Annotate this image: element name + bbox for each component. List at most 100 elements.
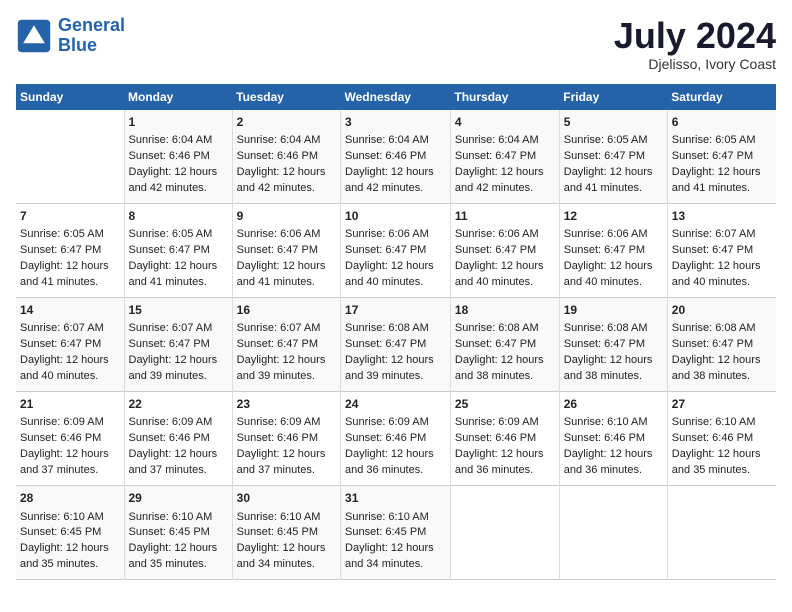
- day-cell: 5Sunrise: 6:05 AMSunset: 6:47 PMDaylight…: [559, 110, 667, 204]
- day-number: 21: [20, 396, 120, 413]
- daylight: Daylight: 12 hours and 41 minutes.: [129, 260, 218, 288]
- day-cell: [667, 486, 776, 580]
- logo-line2: Blue: [58, 35, 97, 55]
- sunset: Sunset: 6:46 PM: [129, 150, 210, 162]
- day-cell: 29Sunrise: 6:10 AMSunset: 6:45 PMDayligh…: [124, 486, 232, 580]
- week-row-1: 1 Sunrise: 6:04 AM Sunset: 6:46 PM Daylight…: [16, 110, 776, 204]
- day-cell: 12Sunrise: 6:06 AMSunset: 6:47 PMDayligh…: [559, 203, 667, 297]
- sunset: Sunset: 6:46 PM: [129, 432, 210, 444]
- sunset: Sunset: 6:47 PM: [345, 244, 426, 256]
- daylight: Daylight: 12 hours and 34 minutes.: [345, 542, 434, 570]
- day-cell: 30Sunrise: 6:10 AMSunset: 6:45 PMDayligh…: [232, 486, 340, 580]
- logo-line1: General: [58, 15, 125, 35]
- daylight: Daylight: 12 hours and 42 minutes.: [345, 166, 434, 194]
- daylight: Daylight: 12 hours and 40 minutes.: [345, 260, 434, 288]
- day-number: 2: [237, 114, 336, 131]
- sunset: Sunset: 6:46 PM: [20, 432, 101, 444]
- day-number: 5: [564, 114, 663, 131]
- day-number: 31: [345, 490, 446, 507]
- day-cell: 11Sunrise: 6:06 AMSunset: 6:47 PMDayligh…: [450, 203, 559, 297]
- sunset: Sunset: 6:47 PM: [20, 244, 101, 256]
- daylight: Daylight: 12 hours and 39 minutes.: [129, 354, 218, 382]
- sunrise: Sunrise: 6:10 AM: [20, 511, 104, 523]
- sunrise: Sunrise: 6:08 AM: [345, 322, 429, 334]
- day-cell: 17Sunrise: 6:08 AMSunset: 6:47 PMDayligh…: [341, 297, 451, 391]
- daylight: Daylight: 12 hours and 36 minutes.: [455, 448, 544, 476]
- day-cell: 4Sunrise: 6:04 AMSunset: 6:47 PMDaylight…: [450, 110, 559, 204]
- daylight: Daylight: 12 hours and 41 minutes.: [564, 166, 653, 194]
- header-day-friday: Friday: [559, 84, 667, 110]
- day-number: 22: [129, 396, 228, 413]
- header-day-wednesday: Wednesday: [341, 84, 451, 110]
- day-cell: 21 Sunrise: 6:09 AM Sunset: 6:46 PM Dayligh…: [16, 392, 124, 486]
- day-cell: 23Sunrise: 6:09 AMSunset: 6:46 PMDayligh…: [232, 392, 340, 486]
- day-cell: 28Sunrise: 6:10 AMSunset: 6:45 PMDayligh…: [16, 486, 124, 580]
- sunset: Sunset: 6:47 PM: [345, 338, 426, 350]
- header-day-tuesday: Tuesday: [232, 84, 340, 110]
- day-cell: [559, 486, 667, 580]
- sunset: Sunset: 6:47 PM: [237, 338, 318, 350]
- sunset: Sunset: 6:45 PM: [237, 526, 318, 538]
- sunrise: Sunrise: 6:04 AM: [237, 134, 321, 146]
- daylight: Daylight: 12 hours and 40 minutes.: [455, 260, 544, 288]
- day-cell: 10Sunrise: 6:06 AMSunset: 6:47 PMDayligh…: [341, 203, 451, 297]
- sunrise: Sunrise: 6:06 AM: [564, 228, 648, 240]
- header-day-sunday: Sunday: [16, 84, 124, 110]
- header-day-monday: Monday: [124, 84, 232, 110]
- header-day-saturday: Saturday: [667, 84, 776, 110]
- sunset: Sunset: 6:45 PM: [20, 526, 101, 538]
- day-cell: 8Sunrise: 6:05 AMSunset: 6:47 PMDaylight…: [124, 203, 232, 297]
- daylight: Daylight: 12 hours and 36 minutes.: [564, 448, 653, 476]
- calendar-table: SundayMondayTuesdayWednesdayThursdayFrid…: [16, 84, 776, 581]
- sunset: Sunset: 6:45 PM: [345, 526, 426, 538]
- day-cell: 24Sunrise: 6:09 AMSunset: 6:46 PMDayligh…: [341, 392, 451, 486]
- sunrise: Sunrise: 6:10 AM: [237, 511, 321, 523]
- day-number: 3: [345, 114, 446, 131]
- day-cell: 31Sunrise: 6:10 AMSunset: 6:45 PMDayligh…: [341, 486, 451, 580]
- day-number: 13: [672, 208, 772, 225]
- daylight: Daylight: 12 hours and 41 minutes.: [237, 260, 326, 288]
- day-cell: 1Sunrise: 6:04 AMSunset: 6:46 PMDaylight…: [124, 110, 232, 204]
- sunset: Sunset: 6:46 PM: [345, 432, 426, 444]
- sunrise: Sunrise: 6:09 AM: [129, 416, 213, 428]
- day-cell: 19Sunrise: 6:08 AMSunset: 6:47 PMDayligh…: [559, 297, 667, 391]
- day-number: 30: [237, 490, 336, 507]
- day-number: 7: [20, 208, 120, 225]
- week-row-4: 21 Sunrise: 6:09 AM Sunset: 6:46 PM Dayligh…: [16, 392, 776, 486]
- sunrise: Sunrise: 6:08 AM: [455, 322, 539, 334]
- daylight: Daylight: 12 hours and 37 minutes.: [20, 448, 109, 476]
- daylight: Daylight: 12 hours and 39 minutes.: [345, 354, 434, 382]
- week-row-3: 14Sunrise: 6:07 AMSunset: 6:47 PMDayligh…: [16, 297, 776, 391]
- day-number: 12: [564, 208, 663, 225]
- day-number: 1: [129, 114, 228, 131]
- sunrise: Sunrise: 6:10 AM: [564, 416, 648, 428]
- sunset: Sunset: 6:47 PM: [129, 338, 210, 350]
- header: General Blue July 2024 Djelisso, Ivory C…: [16, 16, 776, 72]
- sunset: Sunset: 6:47 PM: [564, 244, 645, 256]
- sunset: Sunset: 6:47 PM: [129, 244, 210, 256]
- day-cell: 2Sunrise: 6:04 AMSunset: 6:46 PMDaylight…: [232, 110, 340, 204]
- logo: General Blue: [16, 16, 125, 56]
- sunrise: Sunrise: 6:09 AM: [20, 416, 104, 428]
- sunset: Sunset: 6:47 PM: [237, 244, 318, 256]
- sunrise: Sunrise: 6:08 AM: [564, 322, 648, 334]
- day-cell: [450, 486, 559, 580]
- sunrise: Sunrise: 6:05 AM: [564, 134, 648, 146]
- header-day-thursday: Thursday: [450, 84, 559, 110]
- day-cell: 16Sunrise: 6:07 AMSunset: 6:47 PMDayligh…: [232, 297, 340, 391]
- day-cell: [16, 110, 124, 204]
- daylight: Daylight: 12 hours and 41 minutes.: [672, 166, 761, 194]
- daylight: Daylight: 12 hours and 40 minutes.: [672, 260, 761, 288]
- day-number: 4: [455, 114, 555, 131]
- sunset: Sunset: 6:45 PM: [129, 526, 210, 538]
- sunset: Sunset: 6:47 PM: [564, 338, 645, 350]
- day-cell: 9Sunrise: 6:06 AMSunset: 6:47 PMDaylight…: [232, 203, 340, 297]
- day-number: 25: [455, 396, 555, 413]
- day-number: 15: [129, 302, 228, 319]
- sunrise: Sunrise: 6:09 AM: [345, 416, 429, 428]
- daylight: Daylight: 12 hours and 36 minutes.: [345, 448, 434, 476]
- sunrise: Sunrise: 6:10 AM: [129, 511, 213, 523]
- sunrise: Sunrise: 6:09 AM: [455, 416, 539, 428]
- daylight: Daylight: 12 hours and 39 minutes.: [237, 354, 326, 382]
- logo-text: General Blue: [58, 16, 125, 56]
